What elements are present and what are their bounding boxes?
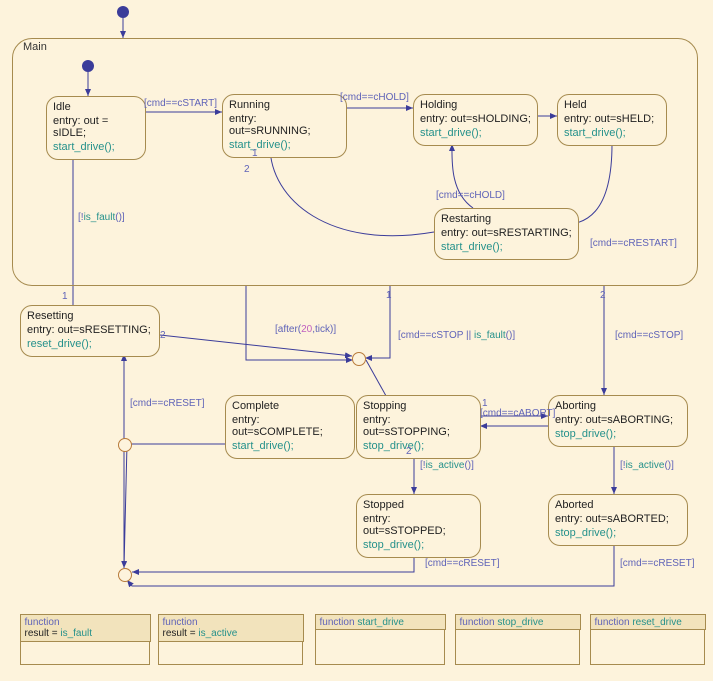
junction-reset (118, 568, 132, 582)
state-stopping-entry: entry: out=sSTOPPING; (363, 414, 474, 438)
state-complete-name: Complete (232, 400, 348, 412)
state-complete-call: start_drive(); (232, 440, 348, 452)
state-aborted-call: stop_drive(); (555, 527, 681, 539)
state-held-name: Held (564, 99, 660, 111)
state-stopped-call: stop_drive(); (363, 539, 474, 551)
state-restarting-call: start_drive(); (441, 241, 572, 253)
label-stopped-reset: [cmd==cRESET] (425, 558, 499, 569)
state-holding[interactable]: Holding entry: out=sHOLDING; start_drive… (413, 94, 538, 146)
label-held-restarting: [cmd==cRESTART] (590, 238, 677, 249)
function-stop-drive-header: function stop_drive (455, 614, 581, 630)
junction-complete (118, 438, 132, 452)
priority-running-2: 2 (244, 164, 250, 175)
state-stopping-name: Stopping (363, 400, 474, 412)
state-held-call: start_drive(); (564, 127, 660, 139)
function-stop-drive[interactable]: function stop_drive (455, 615, 580, 665)
function-start-drive-header: function start_drive (315, 614, 446, 630)
priority-stopping-2: 2 (406, 446, 412, 457)
state-stopped-entry: entry: out=sSTOPPED; (363, 513, 474, 537)
function-reset-drive-header: function reset_drive (590, 614, 706, 630)
function-is-fault[interactable]: function result = is_fault (20, 615, 150, 665)
state-stopped[interactable]: Stopped entry: out=sSTOPPED; stop_drive(… (356, 494, 481, 558)
state-aborted-entry: entry: out=sABORTED; (555, 513, 681, 525)
state-idle[interactable]: Idle entry: out = sIDLE; start_drive(); (46, 96, 146, 160)
function-is-active-header: function result = is_active (158, 614, 304, 642)
priority-reset-1: 1 (62, 291, 68, 302)
state-resetting-name: Resetting (27, 310, 153, 322)
priority-stopping-1: 1 (482, 398, 488, 409)
state-idle-name: Idle (53, 101, 139, 113)
label-complete-reset: [cmd==cRESET] (130, 398, 204, 409)
state-running-entry: entry: out=sRUNNING; (229, 113, 340, 137)
label-main-abort: [cmd==cSTOP] (615, 330, 683, 341)
state-holding-entry: entry: out=sHOLDING; (420, 113, 531, 125)
label-resetting-idle: [!is_fault()] (78, 212, 125, 223)
function-reset-drive[interactable]: function reset_drive (590, 615, 705, 665)
state-aborted-name: Aborted (555, 499, 681, 511)
state-complete[interactable]: Complete entry: out=sCOMPLETE; start_dri… (225, 395, 355, 459)
label-idle-running: [cmd==cSTART] (144, 98, 217, 109)
state-stopping[interactable]: Stopping entry: out=sSTOPPING; stop_driv… (356, 395, 481, 459)
state-resetting-call: reset_drive(); (27, 338, 153, 350)
priority-running-1: 1 (252, 148, 258, 159)
label-stopping-stopped: [!is_active()] (420, 460, 474, 471)
label-aborting-aborted: [!is_active()] (620, 460, 674, 471)
label-main-stop: [cmd==cSTOP || is_fault()] (398, 330, 515, 341)
state-resetting[interactable]: Resetting entry: out=sRESETTING; reset_d… (20, 305, 160, 357)
state-resetting-entry: entry: out=sRESETTING; (27, 324, 153, 336)
state-running[interactable]: Running entry: out=sRUNNING; start_drive… (222, 94, 347, 158)
state-held[interactable]: Held entry: out=sHELD; start_drive(); (557, 94, 667, 146)
state-running-call: start_drive(); (229, 139, 340, 151)
label-after20: [after(20,tick)] (275, 324, 336, 335)
initial-top (117, 6, 129, 18)
function-is-active[interactable]: function result = is_active (158, 615, 303, 665)
state-running-name: Running (229, 99, 340, 111)
state-held-entry: entry: out=sHELD; (564, 113, 660, 125)
state-complete-entry: entry: out=sCOMPLETE; (232, 414, 348, 438)
state-idle-call: start_drive(); (53, 141, 139, 153)
state-idle-entry: entry: out = sIDLE; (53, 115, 139, 139)
state-main-title: Main (23, 41, 47, 53)
state-restarting-entry: entry: out=sRESTARTING; (441, 227, 572, 239)
state-stopping-call: stop_drive(); (363, 440, 474, 452)
label-running-holding: [cmd==cHOLD] (340, 92, 409, 103)
state-aborting[interactable]: Aborting entry: out=sABORTING; stop_driv… (548, 395, 688, 447)
function-is-fault-header: function result = is_fault (20, 614, 151, 642)
initial-main (82, 60, 94, 72)
label-restarting-holding: [cmd==cHOLD] (436, 190, 505, 201)
state-holding-name: Holding (420, 99, 531, 111)
label-aborted-reset: [cmd==cRESET] (620, 558, 694, 569)
state-restarting[interactable]: Restarting entry: out=sRESTARTING; start… (434, 208, 579, 260)
state-restarting-name: Restarting (441, 213, 572, 225)
function-start-drive[interactable]: function start_drive (315, 615, 445, 665)
junction-after20 (352, 352, 366, 366)
state-aborted[interactable]: Aborted entry: out=sABORTED; stop_drive(… (548, 494, 688, 546)
label-stopping-aborting: [cmd==cABORT] (480, 408, 555, 419)
state-aborting-call: stop_drive(); (555, 428, 681, 440)
state-holding-call: start_drive(); (420, 127, 531, 139)
priority-main-1: 1 (386, 290, 392, 301)
priority-main-2: 2 (600, 290, 606, 301)
state-aborting-name: Aborting (555, 400, 681, 412)
state-stopped-name: Stopped (363, 499, 474, 511)
state-aborting-entry: entry: out=sABORTING; (555, 414, 681, 426)
priority-reset-2: 2 (160, 330, 166, 341)
